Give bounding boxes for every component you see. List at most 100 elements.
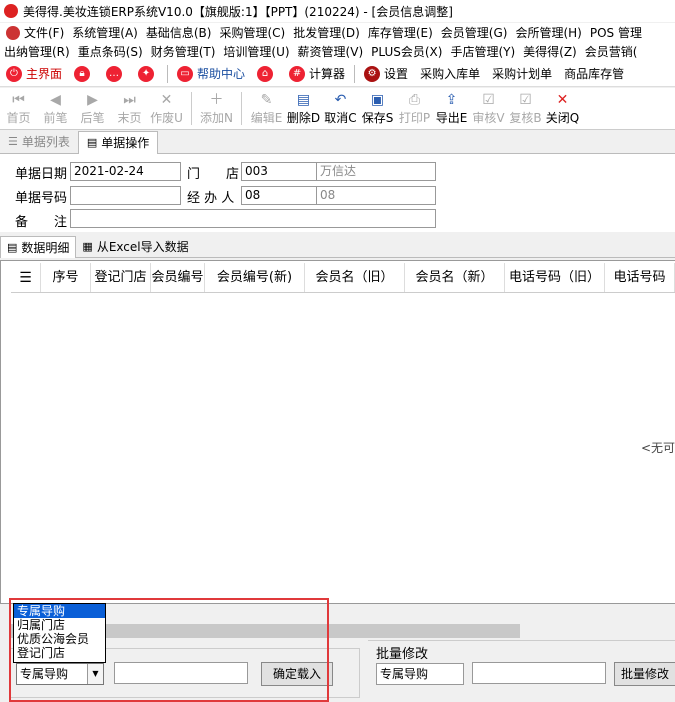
batch-value-input[interactable] — [472, 662, 606, 684]
menu-system[interactable]: 系统管理(A) — [68, 24, 142, 41]
load-value-input[interactable] — [114, 662, 248, 684]
menu-cashier[interactable]: 出纳管理(R) — [0, 43, 74, 60]
doc-number-field[interactable] — [70, 186, 181, 205]
close-button[interactable]: ✕ 关闭Q — [544, 88, 581, 129]
print-button[interactable]: ⎙ 打印P — [396, 88, 433, 129]
last-page-button[interactable]: ⏭ 末页 — [111, 88, 148, 129]
load-field-select[interactable]: 专属导购 ▼ — [16, 663, 104, 685]
help-center-button[interactable]: ▭ 帮助中心 — [171, 61, 251, 86]
lock-icon: 🔒︎ — [74, 65, 91, 82]
add-icon: ＋ — [209, 92, 224, 108]
column-header[interactable]: 会员名（新） — [405, 263, 505, 292]
delete-button[interactable]: ▤ 删除D — [285, 88, 322, 129]
lock-button[interactable]: 🔒︎ — [68, 61, 100, 86]
menu-plus-member[interactable]: PLUS会员(X) — [367, 43, 446, 60]
menu-app-icon[interactable] — [6, 25, 20, 40]
stock-management-shortcut[interactable]: 商品库存管 — [558, 61, 630, 86]
separator — [191, 92, 192, 125]
store-code-field[interactable]: 003 — [241, 162, 317, 181]
dropdown-option[interactable]: 专属导购 — [14, 604, 105, 618]
review-button[interactable]: ☑ 复核B — [507, 88, 544, 129]
calculator-button[interactable]: # 计算器 — [283, 61, 351, 86]
audit-button[interactable]: ☑ 审核V — [470, 88, 507, 129]
data-grid[interactable]: ☰ 序号 登记门店 会员编号 会员编号(新) 会员名（旧） 会员名（新） 电话号… — [0, 260, 675, 604]
edit-button[interactable]: ✎ 编辑E — [248, 88, 285, 129]
menu-salary[interactable]: 薪资管理(V) — [294, 43, 368, 60]
document-icon: ▤ — [86, 136, 98, 149]
first-page-button[interactable]: ⏮ 首页 — [0, 88, 37, 129]
column-header[interactable]: 会员编号 — [151, 263, 205, 292]
cancel-button[interactable]: ↶ 取消C — [322, 88, 359, 129]
chevron-down-icon[interactable]: ▼ — [87, 664, 103, 684]
next-record-button[interactable]: ▶ 后笔 — [74, 88, 111, 129]
batch-modify-button[interactable]: 批量修改 — [614, 662, 675, 686]
handler-label: 经 办 人 — [187, 191, 235, 206]
menu-meidede[interactable]: 美得得(Z) — [519, 43, 581, 60]
menu-basic-info[interactable]: 基础信息(B) — [142, 24, 216, 41]
menu-member-marketing[interactable]: 会员营销( — [581, 43, 642, 60]
purchase-in-shortcut[interactable]: 采购入库单 — [414, 61, 486, 86]
remark-field[interactable] — [70, 209, 436, 228]
tips-button[interactable]: ✦ — [132, 61, 164, 86]
home-icon-button[interactable]: ⌂ — [251, 61, 283, 86]
chat-icon: … — [106, 65, 123, 82]
store-label: 门 店 — [187, 167, 240, 182]
save-icon: ▣ — [370, 92, 385, 108]
dropdown-option[interactable]: 优质公海会员 — [14, 632, 105, 646]
document-icon: ▤ — [7, 240, 18, 254]
tab-document-list[interactable]: ☰ 单据列表 — [0, 131, 78, 153]
menu-finance[interactable]: 财务管理(T) — [147, 43, 220, 60]
menu-file[interactable]: 文件(F) — [20, 24, 68, 41]
purchase-plan-shortcut[interactable]: 采购计划单 — [486, 61, 558, 86]
export-icon: ⇪ — [445, 92, 458, 108]
review-icon: ☑ — [519, 92, 532, 108]
add-button[interactable]: ＋添加N — [198, 88, 235, 129]
save-button[interactable]: ▣ 保存S — [359, 88, 396, 129]
tab-excel-import[interactable]: ▦ 从Excel导入数据 — [76, 236, 194, 258]
menu-bar-row-2: 出纳管理(R) 重点条码(S) 财务管理(T) 培训管理(U) 薪资管理(V) … — [0, 42, 675, 61]
column-header[interactable]: 会员名（旧） — [305, 263, 405, 292]
menu-inventory[interactable]: 库存管理(E) — [364, 24, 437, 41]
column-header[interactable]: 电话号码（旧） — [505, 263, 605, 292]
batch-field-select[interactable]: 专属导购 — [376, 663, 464, 685]
window-title: 美得得.美妆连锁ERP系统V10.0【旗舰版:1】【PPT】(210224) -… — [23, 4, 453, 19]
print-icon: ⎙ — [408, 92, 421, 108]
next-icon: ▶ — [87, 92, 98, 108]
detail-tabs: ▤ 数据明细 ▦ 从Excel导入数据 — [0, 236, 675, 258]
prev-record-button[interactable]: ◀ 前笔 — [37, 88, 74, 129]
menu-club[interactable]: 会所管理(H) — [511, 24, 585, 41]
column-header[interactable]: 登记门店 — [91, 263, 151, 292]
date-field[interactable]: 2021-02-24 — [70, 162, 181, 181]
dropdown-option[interactable]: 登记门店 — [14, 646, 105, 660]
monitor-icon: ▭ — [177, 65, 194, 82]
menu-pos[interactable]: POS 管理 — [586, 24, 646, 41]
tab-document-operation[interactable]: ▤ 单据操作 — [77, 131, 159, 154]
power-icon: ⏻ — [6, 65, 22, 82]
menu-key-barcode[interactable]: 重点条码(S) — [74, 43, 147, 60]
home-button[interactable]: ⏻ 主界面 — [0, 61, 68, 86]
tab-data-detail[interactable]: ▤ 数据明细 — [0, 236, 77, 258]
grid-header: ☰ 序号 登记门店 会员编号 会员编号(新) 会员名（旧） 会员名（新） 电话号… — [11, 263, 675, 293]
app-logo-icon — [4, 4, 18, 18]
menu-hand-store[interactable]: 手店管理(Y) — [446, 43, 519, 60]
menu-purchase[interactable]: 采购管理(C) — [215, 24, 289, 41]
column-header[interactable]: 会员编号(新) — [205, 263, 305, 292]
export-button[interactable]: ⇪ 导出E — [433, 88, 470, 129]
grid-empty-message: <无可 — [640, 441, 675, 455]
dropdown-option[interactable]: 归属门店 — [14, 618, 105, 632]
confirm-load-button[interactable]: 确定载入 — [261, 662, 333, 686]
menu-wholesale[interactable]: 批发管理(D) — [289, 24, 364, 41]
separator — [354, 64, 356, 83]
column-menu-icon[interactable]: ☰ — [11, 263, 41, 292]
menu-training[interactable]: 培训管理(U) — [219, 43, 293, 60]
prev-icon: ◀ — [50, 92, 61, 108]
menu-member[interactable]: 会员管理(G) — [437, 24, 512, 41]
settings-button[interactable]: ⚙ 设置 — [358, 61, 414, 86]
column-header[interactable]: 序号 — [41, 263, 91, 292]
handler-code-field[interactable]: 08 — [241, 186, 317, 205]
void-button[interactable]: ✕ 作废U — [148, 88, 185, 129]
column-header[interactable]: 电话号码 — [605, 263, 675, 292]
list-icon: ☰ — [8, 135, 18, 148]
menu-bar-row-1: 文件(F) 系统管理(A) 基础信息(B) 采购管理(C) 批发管理(D) 库存… — [0, 23, 675, 42]
message-button[interactable]: … — [100, 61, 132, 86]
